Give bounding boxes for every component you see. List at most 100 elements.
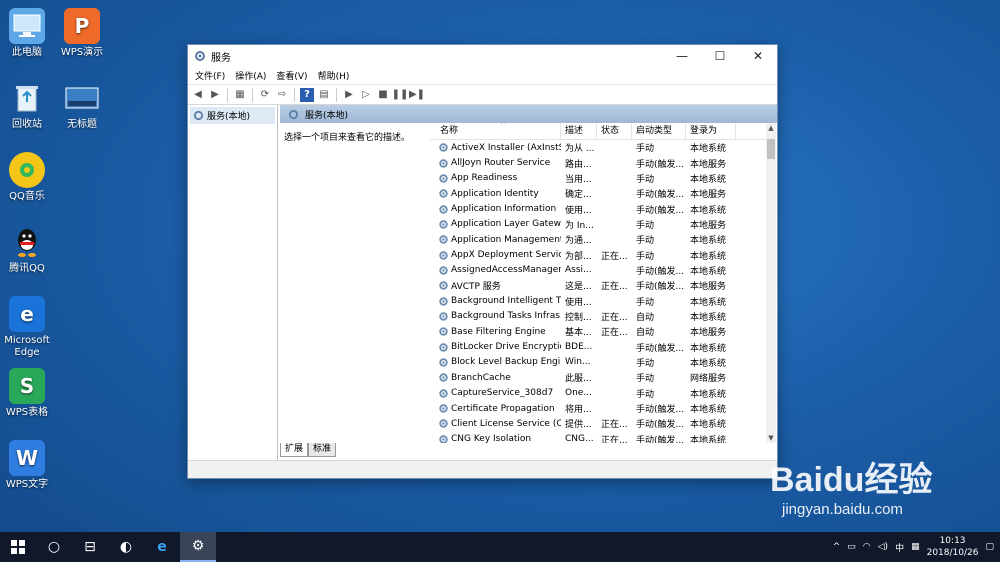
export-list-icon[interactable]: ⇨ [275, 88, 289, 102]
column-header-startup-type[interactable]: 启动类型 [632, 123, 686, 139]
network-icon[interactable]: ◠ [863, 542, 871, 552]
table-row[interactable]: Base Filtering Engine 基本... 正在... 自动 本地服务 [430, 324, 776, 339]
service-name-cell: CNG Key Isolation [430, 434, 561, 443]
start-button[interactable] [0, 532, 36, 562]
service-name-cell: Base Filtering Engine [430, 326, 561, 337]
table-row[interactable]: CaptureService_308d7 One... 手动 本地系统 [430, 386, 776, 401]
menu-file[interactable]: 文件(F) [190, 69, 230, 82]
column-header-logon-as[interactable]: 登录为 [686, 123, 736, 139]
table-row[interactable]: Application Layer Gatewa... 为 In... 手动 本地服务 [430, 217, 776, 232]
tab-extended[interactable]: 扩展 [280, 443, 309, 457]
table-row[interactable]: ActiveX Installer (AxInstSV) 为从 ... 手动 本地系统 [430, 140, 776, 155]
desktop-icon-wps-presentation[interactable]: P WPS演示 [50, 8, 114, 59]
vertical-scrollbar[interactable]: ▲ ▼ [766, 123, 776, 443]
forward-icon[interactable]: ▶ [208, 88, 222, 102]
services-window: 服务 — ☐ ✕ 文件(F) 操作(A) 查看(V) 帮助(H) ◀ ▶ ▦ ⟳… [187, 44, 778, 479]
table-row[interactable]: AssignedAccessManager... Assi... 手动(触发... 本… [430, 263, 776, 278]
pause-service-icon[interactable]: ❚❚ [392, 88, 409, 102]
table-row[interactable]: BitLocker Drive Encryptio... BDE... 手动(触发.… [430, 339, 776, 354]
service-name: AVCTP 服务 [451, 282, 501, 293]
taskbar-edge-icon[interactable]: e [144, 532, 180, 562]
gear-icon [439, 388, 448, 398]
ime-indicator[interactable]: 中 [895, 541, 904, 554]
services-list: ^ 名称 描述 状态 启动类型 登录为 ActiveX Installer (A… [430, 123, 776, 443]
service-description: Assi... [565, 265, 592, 276]
service-name: AllJoyn Router Service [451, 158, 551, 169]
service-logon-as: 本地系统 [690, 297, 727, 308]
volume-icon[interactable]: ◁) [878, 542, 888, 552]
desktop-icon-qq-music[interactable]: QQ音乐 [0, 152, 59, 203]
tab-standard[interactable]: 标准 [308, 443, 337, 457]
table-row[interactable]: Background Intelligent T... 使用... 手动 本地系统 [430, 293, 776, 308]
console-tree-icon[interactable]: ▦ [233, 88, 247, 102]
desktop-icon-wps-spreadsheet[interactable]: S WPS表格 [0, 368, 59, 419]
table-row[interactable]: AVCTP 服务 这是... 正在... 手动(触发... 本地服务 [430, 278, 776, 293]
table-row[interactable]: AllJoyn Router Service 路由... 手动(触发... 本地服务 [430, 155, 776, 170]
table-row[interactable]: Background Tasks Infras... 控制... 正在... 自动 本地… [430, 309, 776, 324]
column-header-name[interactable]: 名称 [430, 123, 561, 139]
table-row[interactable]: Block Level Backup Engi... Win... 手动 本地系统 [430, 355, 776, 370]
clock[interactable]: 10:13 2018/10/26 [927, 535, 979, 559]
close-button[interactable]: ✕ [739, 45, 777, 67]
minimize-button[interactable]: — [663, 45, 701, 67]
service-name: BranchCache [451, 372, 511, 383]
desktop-icon-label: WPS演示 [60, 47, 104, 58]
service-description: 使用... [565, 297, 592, 308]
service-startup-type: 自动 [636, 312, 655, 323]
service-name: Background Tasks Infras... [451, 311, 561, 322]
scroll-up-icon[interactable]: ▲ [766, 123, 776, 133]
desktop-icon-wps-writer[interactable]: W WPS文字 [0, 440, 59, 491]
table-row[interactable]: Application Information 使用... 手动(触发... 本地系统 [430, 201, 776, 216]
start-service-alt-icon[interactable]: ▷ [359, 88, 373, 102]
menu-help[interactable]: 帮助(H) [313, 69, 355, 82]
table-row[interactable]: CNG Key Isolation CNG... 正在... 手动(触发... 本地系统 [430, 432, 776, 443]
desktop-icon-untitled[interactable]: 无标题 [50, 80, 114, 131]
tree-item-services-local[interactable]: 服务(本地) [190, 107, 275, 124]
table-row[interactable]: Application Identity 确定... 手动(触发... 本地服务 [430, 186, 776, 201]
scroll-thumb[interactable] [767, 139, 775, 159]
table-row[interactable]: Certificate Propagation 将用... 手动(触发... 本地系统 [430, 401, 776, 416]
table-row[interactable]: Application Management 为通... 手动 本地系统 [430, 232, 776, 247]
watermark-brand: Baidu经验 [770, 461, 933, 499]
service-description: 为 In... [565, 220, 594, 231]
help-icon[interactable]: ? [300, 87, 314, 102]
service-logon-as: 本地系统 [690, 343, 727, 354]
service-description: 这是... [565, 282, 592, 293]
properties-icon[interactable]: ▤ [317, 88, 331, 102]
service-logon-as: 本地系统 [690, 266, 727, 277]
service-startup-type: 手动(触发... [636, 282, 685, 293]
column-header-description[interactable]: 描述 [561, 123, 597, 139]
chevron-up-icon[interactable]: ^ [833, 542, 841, 552]
maximize-button[interactable]: ☐ [701, 45, 739, 67]
start-service-icon[interactable]: ▶ [342, 88, 356, 102]
menu-action[interactable]: 操作(A) [230, 69, 271, 82]
restart-service-icon[interactable]: ▶❚ [409, 88, 425, 102]
service-startup-type: 手动(触发... [636, 405, 685, 416]
column-header-status[interactable]: 状态 [597, 123, 632, 139]
keyboard-icon[interactable]: ▦ [911, 542, 920, 552]
notifications-icon[interactable]: ▢ [985, 542, 994, 552]
service-name-cell: AVCTP 服务 [430, 279, 561, 292]
desktop-icon-edge[interactable]: e Microsoft Edge [0, 296, 59, 359]
service-description: 提供... [565, 420, 592, 431]
table-row[interactable]: BranchCache 此服... 手动 网络服务 [430, 370, 776, 385]
search-circle-icon[interactable]: ○ [36, 532, 72, 562]
stop-service-icon[interactable]: ■ [376, 88, 390, 102]
scroll-down-icon[interactable]: ▼ [766, 433, 776, 443]
table-row[interactable]: Client License Service (Cli... 提供... 正在...… [430, 416, 776, 431]
battery-icon[interactable]: ▭ [847, 542, 856, 552]
task-view-icon[interactable]: ⊟ [72, 532, 108, 562]
taskbar-services-icon[interactable]: ⚙ [180, 532, 216, 562]
refresh-icon[interactable]: ⟳ [258, 88, 272, 102]
service-name-cell: AssignedAccessManager... [430, 265, 561, 276]
back-icon[interactable]: ◀ [191, 88, 205, 102]
desktop-icon-qq[interactable]: 腾讯QQ [0, 224, 59, 275]
service-name-cell: BitLocker Drive Encryptio... [430, 342, 561, 353]
menu-view[interactable]: 查看(V) [271, 69, 312, 82]
service-name: Base Filtering Engine [451, 326, 546, 337]
table-row[interactable]: AppX Deployment Servic... 为部... 正在... 手动 本地系… [430, 247, 776, 262]
table-row[interactable]: App Readiness 当用... 手动 本地系统 [430, 171, 776, 186]
desktop-icon-label: 腾讯QQ [9, 263, 45, 274]
title-bar[interactable]: 服务 — ☐ ✕ [188, 45, 777, 67]
taskbar-app-browser-icon[interactable]: ◐ [108, 532, 144, 562]
